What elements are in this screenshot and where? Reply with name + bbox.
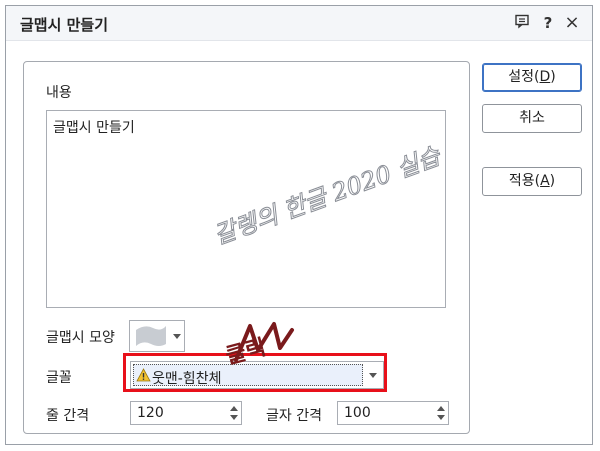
shape-label: 글맵시 모양 — [46, 330, 115, 346]
cancel-button[interactable]: 취소 — [482, 104, 582, 133]
char-spacing-value: 100 — [344, 405, 371, 421]
close-icon[interactable]: × — [562, 13, 582, 33]
char-spacing-spinbox[interactable]: 100 — [337, 401, 449, 425]
ok-label-suffix: ) — [550, 69, 556, 85]
apply-access-key: A — [540, 173, 550, 189]
apply-label-suffix: ) — [549, 173, 556, 189]
apply-button[interactable]: 적용(A) — [482, 167, 582, 196]
increment-icon[interactable] — [437, 406, 445, 411]
content-text: 글맵시 만들기 — [53, 120, 135, 136]
char-spacing-stepper[interactable] — [434, 402, 448, 424]
increment-icon[interactable] — [230, 406, 238, 411]
content-label: 내용 — [46, 85, 72, 101]
line-spacing-stepper[interactable] — [227, 402, 241, 424]
char-spacing-label: 글자 간격 — [266, 408, 322, 424]
chevron-down-icon — [173, 334, 181, 339]
comment-icon-svg — [515, 14, 529, 29]
font-label: 글꼴 — [46, 370, 72, 386]
title-bar: 글맵시 만들기 ? × — [6, 6, 592, 41]
line-spacing-label: 줄 간격 — [46, 408, 90, 424]
comment-icon[interactable] — [512, 13, 532, 33]
decrement-icon[interactable] — [230, 415, 238, 420]
line-spacing-value: 120 — [137, 405, 164, 421]
dialog-title: 글맵시 만들기 — [20, 16, 109, 34]
wave-shape-icon — [136, 326, 166, 346]
apply-label-prefix: 적용( — [508, 173, 541, 189]
help-icon[interactable]: ? — [538, 13, 558, 33]
ok-label-prefix: 설정( — [508, 69, 540, 85]
decrement-icon[interactable] — [437, 415, 445, 420]
shape-dropdown[interactable] — [129, 320, 185, 352]
line-spacing-spinbox[interactable]: 120 — [130, 401, 242, 425]
ok-access-key: D — [539, 69, 551, 85]
ok-button[interactable]: 설정(D) — [482, 63, 582, 92]
